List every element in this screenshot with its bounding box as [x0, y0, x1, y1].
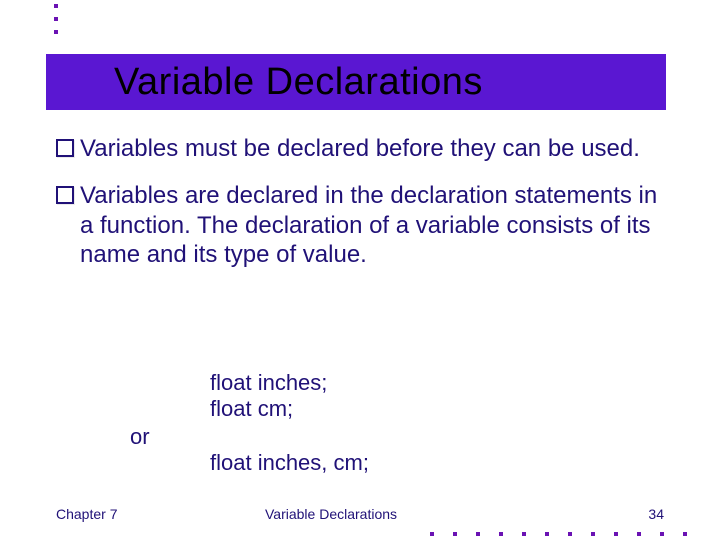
code-line: float inches; [210, 370, 327, 396]
or-separator: or [130, 424, 150, 450]
dot-icon [568, 532, 572, 536]
footer-chapter: Chapter 7 [56, 506, 117, 522]
slide-title: Variable Declarations [114, 61, 483, 104]
code-example-2: float inches, cm; [210, 450, 369, 476]
bullet-text: Variables are declared in the declaratio… [80, 181, 666, 269]
dot-icon [683, 532, 687, 536]
code-line: float cm; [210, 396, 327, 422]
dot-icon [545, 532, 549, 536]
dot-icon [660, 532, 664, 536]
dot-icon [54, 17, 58, 21]
dot-icon [476, 532, 480, 536]
list-item: Variables are declared in the declaratio… [56, 181, 666, 269]
dot-icon [54, 30, 58, 34]
slide-title-bar: Variable Declarations [46, 54, 666, 110]
footer-topic: Variable Declarations [265, 506, 397, 522]
code-example-1: float inches; float cm; [210, 370, 327, 423]
dot-icon [453, 532, 457, 536]
dot-icon [591, 532, 595, 536]
decorative-dots-top [54, 4, 58, 34]
dot-icon [637, 532, 641, 536]
dot-icon [499, 532, 503, 536]
checkbox-bullet-icon [56, 139, 74, 157]
bullet-text: Variables must be declared before they c… [80, 134, 666, 163]
dot-icon [614, 532, 618, 536]
checkbox-bullet-icon [56, 186, 74, 204]
slide-content: Variables must be declared before they c… [56, 134, 666, 269]
dot-icon [522, 532, 526, 536]
code-line: float inches, cm; [210, 450, 369, 476]
dot-icon [430, 532, 434, 536]
footer-page-number: 34 [648, 506, 664, 522]
list-item: Variables must be declared before they c… [56, 134, 666, 163]
dot-icon [54, 4, 58, 8]
decorative-dots-bottom [430, 532, 687, 536]
